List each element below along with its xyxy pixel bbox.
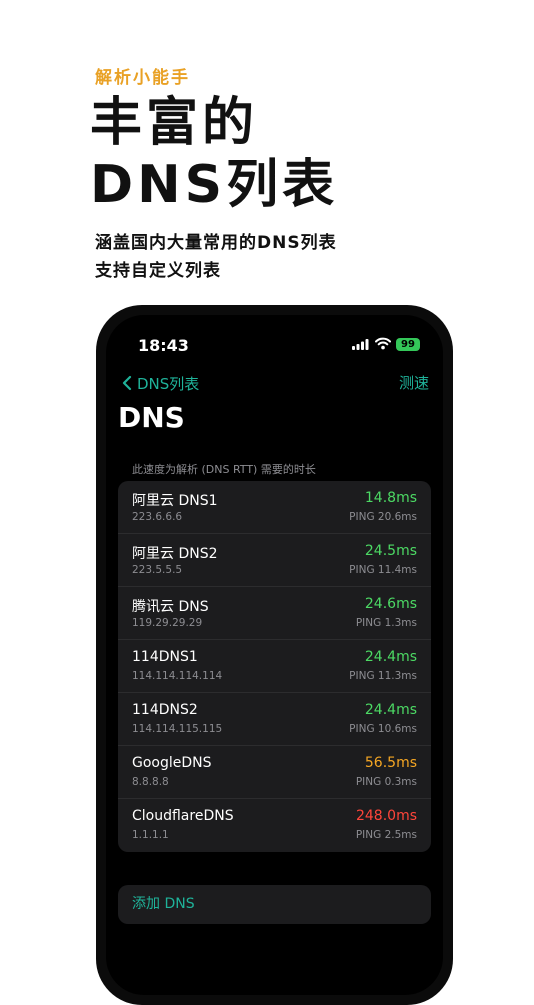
dns-name: GoogleDNS — [132, 755, 212, 771]
dns-ip: 114.114.114.114 — [132, 670, 223, 682]
back-label: DNS列表 — [137, 374, 200, 393]
dns-ip: 114.114.115.115 — [132, 723, 223, 735]
speed-test-button[interactable]: 测速 — [399, 372, 429, 393]
phone-screen: 18:43 99 DNS列表 测速 DNS 此速度为解析 (DNS RTT) 需… — [106, 315, 443, 995]
dns-speed: 24.5ms — [364, 543, 417, 559]
dns-row[interactable]: 阿里云 DNS1 223.6.6.6 14.8ms PING 20.6ms — [118, 481, 431, 534]
dns-row[interactable]: 腾讯云 DNS 119.29.29.29 24.6ms PING 1.3ms — [118, 587, 431, 640]
dns-name: 114DNS1 — [132, 649, 198, 665]
section-caption: 此速度为解析 (DNS RTT) 需要的时长 — [132, 463, 316, 476]
dns-ip: 119.29.29.29 — [132, 617, 203, 629]
dns-ip: 223.5.5.5 — [132, 564, 183, 576]
status-time: 18:43 — [138, 336, 189, 355]
dns-ping: PING 20.6ms — [349, 511, 417, 523]
dns-ping: PING 2.5ms — [355, 829, 417, 841]
dns-name: 腾讯云 DNS — [132, 599, 209, 615]
subhead-line-1: 涵盖国内大量常用的DNS列表 — [95, 233, 337, 253]
headline: 丰富的 DNS列表 — [90, 92, 338, 216]
dns-ip: 8.8.8.8 — [132, 776, 169, 788]
subhead-line-2: 支持自定义列表 — [95, 261, 221, 281]
dns-ip: 1.1.1.1 — [132, 829, 169, 841]
dns-speed: 24.4ms — [364, 649, 417, 665]
chevron-left-icon — [122, 375, 132, 391]
dns-list: 阿里云 DNS1 223.6.6.6 14.8ms PING 20.6ms 阿里… — [118, 481, 431, 852]
page-title: DNS — [118, 401, 185, 434]
dns-row[interactable]: 阿里云 DNS2 223.5.5.5 24.5ms PING 11.4ms — [118, 534, 431, 587]
signal-icon — [352, 339, 369, 350]
dns-ping: PING 0.3ms — [355, 776, 417, 788]
dns-speed: 14.8ms — [364, 490, 417, 506]
dns-row[interactable]: CloudflareDNS 1.1.1.1 248.0ms PING 2.5ms — [118, 799, 431, 852]
subhead: 涵盖国内大量常用的DNS列表 支持自定义列表 — [95, 229, 337, 285]
back-button[interactable]: DNS列表 — [122, 372, 199, 394]
dns-speed: 248.0ms — [355, 808, 417, 824]
wifi-icon — [375, 337, 391, 350]
dns-ping: PING 11.3ms — [349, 670, 417, 682]
promo-tag: 解析小能手 — [95, 68, 190, 88]
dns-ping: PING 1.3ms — [355, 617, 417, 629]
dns-name: CloudflareDNS — [132, 808, 234, 824]
dns-name: 阿里云 DNS1 — [132, 493, 218, 509]
dns-speed: 24.4ms — [364, 702, 417, 718]
dns-ping: PING 11.4ms — [349, 564, 417, 576]
dns-row[interactable]: 114DNS1 114.114.114.114 24.4ms PING 11.3… — [118, 640, 431, 693]
phone-frame: 18:43 99 DNS列表 测速 DNS 此速度为解析 (DNS RTT) 需… — [96, 305, 453, 1005]
dns-speed: 24.6ms — [364, 596, 417, 612]
add-dns-button[interactable]: 添加 DNS — [118, 885, 431, 924]
dns-row[interactable]: 114DNS2 114.114.115.115 24.4ms PING 10.6… — [118, 693, 431, 746]
dns-row[interactable]: GoogleDNS 8.8.8.8 56.5ms PING 0.3ms — [118, 746, 431, 799]
dns-speed: 56.5ms — [364, 755, 417, 771]
dns-ip: 223.6.6.6 — [132, 511, 183, 523]
battery-icon: 99 — [396, 338, 420, 351]
status-bar: 18:43 99 — [106, 315, 443, 365]
dns-name: 阿里云 DNS2 — [132, 546, 218, 562]
dns-name: 114DNS2 — [132, 702, 198, 718]
headline-line-2: DNS列表 — [90, 155, 339, 215]
dns-ping: PING 10.6ms — [349, 723, 417, 735]
headline-line-1: 丰富的 — [90, 93, 259, 153]
